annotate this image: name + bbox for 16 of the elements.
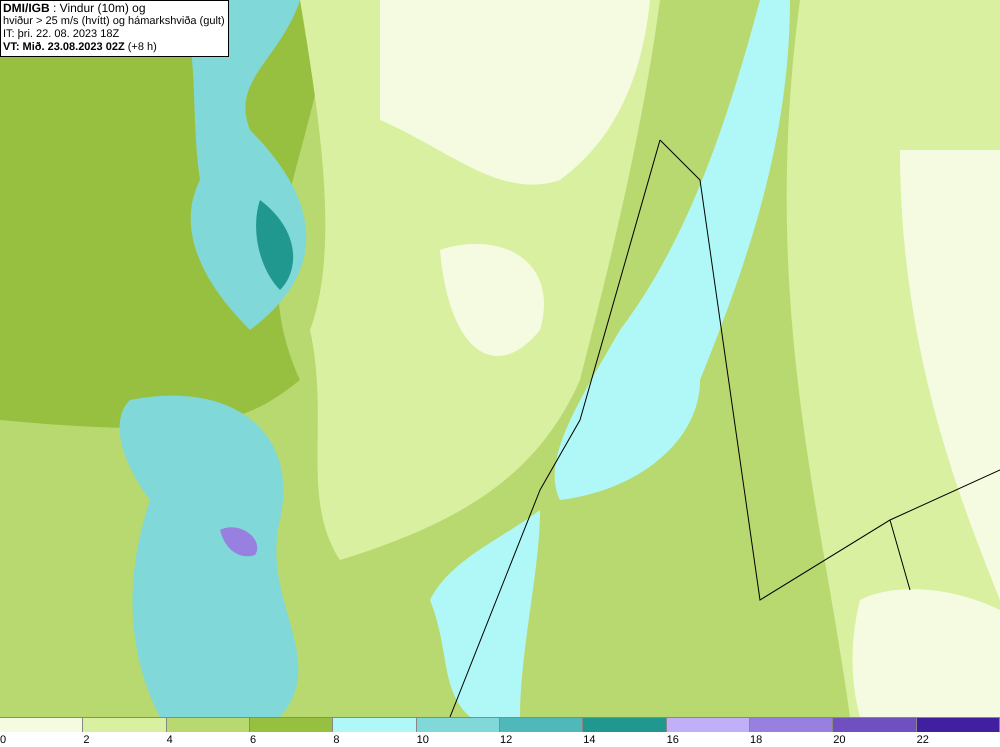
title-line: IT: þri. 22. 08. 2023 18Z	[3, 28, 120, 41]
legend-label: 2	[83, 733, 90, 747]
legend-label: 12	[500, 733, 512, 747]
legend-label: 10	[416, 733, 429, 747]
legend-label: 8	[333, 733, 340, 747]
legend-label: 4	[166, 733, 173, 747]
legend-label: 0	[0, 733, 6, 747]
title-line: hviður > 25 m/s (hvítt) og hámarkshviða (gult)	[3, 15, 225, 28]
legend-label: 16	[666, 733, 679, 747]
legend-label: 22	[916, 733, 929, 747]
legend-label: 18	[750, 733, 762, 747]
legend-label: 14	[583, 733, 596, 747]
legend-label: 6	[250, 733, 256, 747]
title-line: DMI/IGB : Vindur (10m) og	[3, 2, 146, 15]
legend-label: 20	[833, 733, 846, 747]
title-line: VT: Mið. 23.08.2023 02Z (+8 h)	[3, 41, 158, 54]
